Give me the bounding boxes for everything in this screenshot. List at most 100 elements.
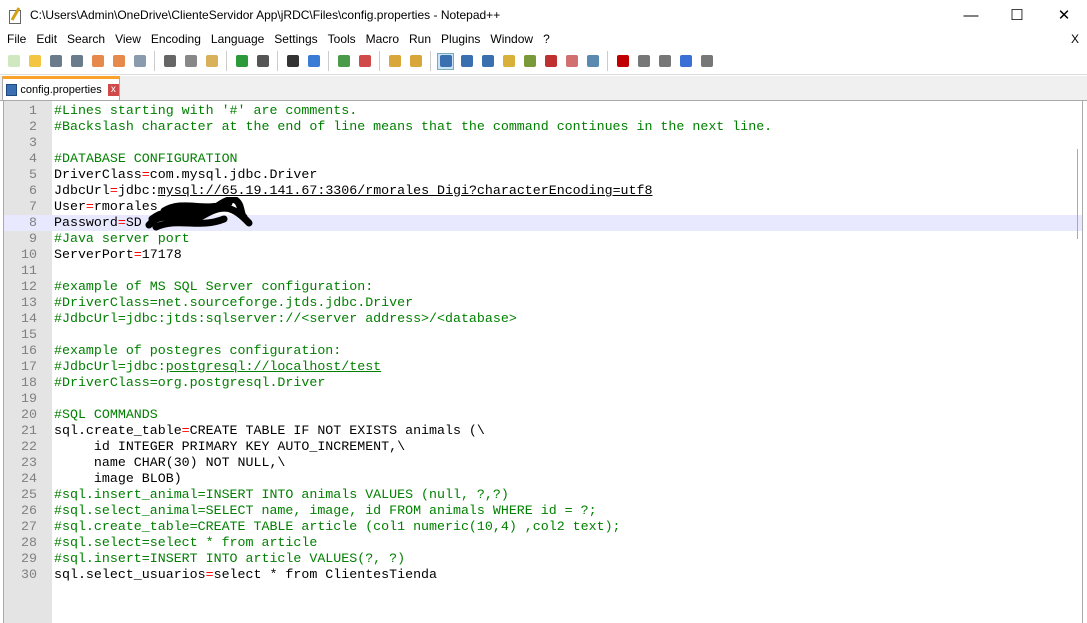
toolbar-separator	[379, 51, 380, 71]
tab-config-properties[interactable]: config.properties x	[2, 76, 120, 100]
document-map-icon[interactable]	[521, 53, 538, 70]
text-editor[interactable]: 1 #Lines starting with '#' are comments. 2…	[3, 101, 1083, 623]
run-macro-multiple-icon[interactable]	[677, 53, 694, 70]
monitoring-icon[interactable]	[584, 53, 601, 70]
line-text: DriverClass=com.mysql.jdbc.Driver	[54, 167, 317, 183]
line-number: 10	[21, 247, 37, 262]
line-number: 7	[29, 199, 37, 214]
line-number: 20	[21, 407, 37, 422]
paste-icon[interactable]	[203, 53, 220, 70]
notepad-plus-plus-icon	[8, 7, 22, 24]
folder-as-workspace-icon[interactable]	[563, 53, 580, 70]
code-line: 22 id INTEGER PRIMARY KEY AUTO_INCREMENT…	[4, 439, 1082, 455]
sync-vertical-icon[interactable]	[386, 53, 403, 70]
comment-link[interactable]: postgresql://localhost/test	[166, 359, 381, 374]
indent-guide-icon[interactable]	[479, 53, 496, 70]
property-key: DriverClass	[54, 167, 142, 182]
menu-bar: File Edit Search View Encoding Language Settin…	[0, 30, 1087, 48]
code-line: 13 #DriverClass=net.sourceforge.jtds.jdbc…	[4, 295, 1082, 311]
property-key: JdbcUrl	[54, 183, 110, 198]
word-wrap-icon[interactable]	[437, 52, 454, 70]
url-link[interactable]: mysql://65.19.141.67:3306/rmorales_Digi?…	[158, 183, 653, 198]
equals-sign: =	[117, 215, 126, 230]
save-all-icon[interactable]	[68, 53, 85, 70]
menu-settings[interactable]: Settings	[269, 32, 322, 46]
toolbar-separator	[226, 51, 227, 71]
menu-encoding[interactable]: Encoding	[146, 32, 206, 46]
code-line: 1 #Lines starting with '#' are comments.	[4, 103, 1082, 119]
line-number: 29	[21, 551, 37, 566]
menu-file[interactable]: File	[2, 32, 31, 46]
comment-text: #sql.insert_animal=INSERT INTO animals V…	[54, 487, 509, 502]
toolbar-separator	[154, 51, 155, 71]
function-list-icon[interactable]	[542, 53, 559, 70]
property-value: CREATE TABLE IF NOT EXISTS animals (\	[189, 423, 485, 438]
code-line: 26 #sql.select_animal=SELECT name, image,…	[4, 503, 1082, 519]
print-icon[interactable]	[131, 53, 148, 70]
copy-icon[interactable]	[182, 53, 199, 70]
line-number: 22	[21, 439, 37, 454]
line-number: 11	[21, 263, 37, 278]
new-file-icon[interactable]	[5, 53, 22, 70]
save-icon[interactable]	[47, 53, 64, 70]
code-line: 3	[4, 135, 1082, 151]
comment-text: #sql.create_table=CREATE TABLE article (…	[54, 519, 621, 534]
save-macro-icon[interactable]	[698, 53, 715, 70]
comment-text: #DriverClass=net.sourceforge.jtds.jdbc.D…	[54, 295, 414, 310]
code-line: 11	[4, 263, 1082, 279]
code-line: 29 #sql.insert=INSERT INTO article VALUES…	[4, 551, 1082, 567]
user-defined-language-icon[interactable]	[500, 53, 517, 70]
menu-help[interactable]: ?	[538, 32, 555, 46]
comment-text: #DATABASE CONFIGURATION	[54, 151, 238, 166]
menu-tools[interactable]: Tools	[323, 32, 361, 46]
tab-close-button[interactable]: x	[107, 83, 119, 96]
equals-sign: =	[141, 167, 150, 182]
property-key: image BLOB)	[54, 471, 182, 486]
vertical-scrollbar[interactable]	[1077, 149, 1082, 239]
zoom-out-icon[interactable]	[356, 53, 373, 70]
menu-view[interactable]: View	[110, 32, 146, 46]
show-all-chars-icon[interactable]	[458, 53, 475, 70]
close-document-button[interactable]: X	[1071, 32, 1079, 46]
line-text: #sql.insert=INSERT INTO article VALUES(?…	[54, 551, 405, 567]
code-line: 21 sql.create_table=CREATE TABLE IF NOT E…	[4, 423, 1082, 439]
saved-file-icon	[6, 83, 18, 96]
maximize-button[interactable]: ☐	[994, 0, 1040, 30]
stop-recording-icon[interactable]	[635, 53, 652, 70]
cut-icon[interactable]	[161, 53, 178, 70]
find-icon[interactable]	[284, 53, 301, 70]
property-key: id INTEGER PRIMARY KEY AUTO_INCREMENT,\	[54, 439, 406, 454]
sync-horizontal-icon[interactable]	[407, 53, 424, 70]
play-macro-icon[interactable]	[656, 53, 673, 70]
menu-macro[interactable]: Macro	[361, 32, 404, 46]
close-all-icon[interactable]	[110, 53, 127, 70]
menu-window[interactable]: Window	[485, 32, 538, 46]
close-icon[interactable]	[89, 53, 106, 70]
title-bar: C:\Users\Admin\OneDrive\ClienteServidor …	[0, 0, 1087, 30]
line-text: image BLOB)	[54, 471, 182, 487]
record-macro-icon[interactable]	[614, 53, 631, 70]
equals-sign: =	[205, 567, 214, 582]
code-line: 23 name CHAR(30) NOT NULL,\	[4, 455, 1082, 471]
code-line: 14 #JdbcUrl=jdbc:jtds:sqlserver://<server…	[4, 311, 1082, 327]
line-number: 26	[21, 503, 37, 518]
replace-icon[interactable]	[305, 53, 322, 70]
redo-icon[interactable]	[254, 53, 271, 70]
close-button[interactable]: ✕	[1041, 0, 1087, 30]
line-text: id INTEGER PRIMARY KEY AUTO_INCREMENT,\	[54, 439, 405, 455]
property-value: select * from ClientesTienda	[213, 567, 438, 582]
line-number: 15	[21, 327, 37, 342]
undo-icon[interactable]	[233, 53, 250, 70]
comment-text: #example of MS SQL Server configuration:	[54, 279, 374, 294]
menu-edit[interactable]: Edit	[31, 32, 62, 46]
menu-plugins[interactable]: Plugins	[436, 32, 485, 46]
menu-run[interactable]: Run	[404, 32, 436, 46]
open-file-icon[interactable]	[26, 53, 43, 70]
menu-language[interactable]: Language	[206, 32, 269, 46]
zoom-in-icon[interactable]	[335, 53, 352, 70]
comment-text: #example of postegres configuration:	[54, 343, 342, 358]
property-value: SD	[125, 215, 142, 230]
minimize-button[interactable]: —	[948, 0, 994, 30]
menu-search[interactable]: Search	[62, 32, 110, 46]
code-line: 15	[4, 327, 1082, 343]
